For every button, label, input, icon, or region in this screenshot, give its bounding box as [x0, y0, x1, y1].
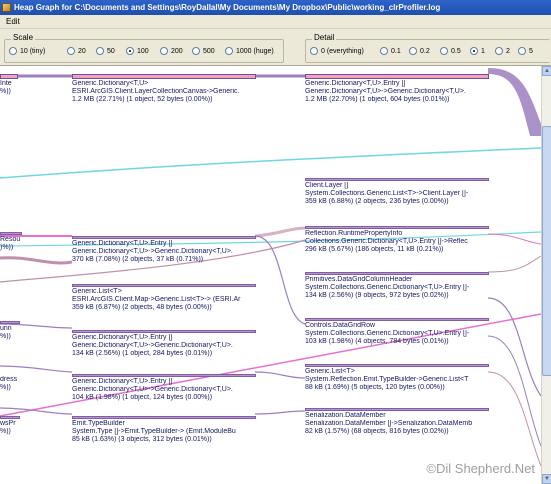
- node-bar: [305, 74, 489, 79]
- left-node[interactable]: Inte %)): [0, 74, 18, 96]
- flow-line-purple: [254, 410, 306, 415]
- node-bar: [0, 321, 20, 324]
- app-icon: [2, 3, 11, 12]
- radio-checked-icon[interactable]: [126, 47, 134, 55]
- watermark: ©Dil Shepherd.Net: [426, 461, 535, 476]
- vertical-scrollbar[interactable]: ▲ ▼: [541, 66, 551, 484]
- scale-option-500[interactable]: 500: [192, 47, 215, 55]
- node-bar: [305, 364, 489, 367]
- scale-group-label: Scale: [11, 33, 36, 42]
- node-bar: [305, 226, 489, 229]
- right-node[interactable]: Controls.DataGridRow System.Collections.…: [305, 318, 489, 346]
- flow-band-light: [254, 226, 306, 238]
- flow-line-purple: [254, 371, 306, 379]
- right-node[interactable]: Generic.Dictionary<T,U>.Entry [] Generic…: [305, 74, 489, 104]
- detail-option-1[interactable]: 1: [470, 47, 485, 55]
- radio-icon[interactable]: [9, 47, 17, 55]
- node-bar: [72, 74, 256, 79]
- middle-node[interactable]: Generic.Dictionary<T,U>.Entry [] Generic…: [72, 236, 256, 264]
- node-bar: [0, 232, 22, 235]
- scale-option-100[interactable]: 100: [126, 47, 149, 55]
- middle-node[interactable]: Generic.Dictionary<T,U> ESRI.ArcGIS.Clie…: [72, 74, 256, 104]
- detail-option-0[interactable]: 0 (everything): [310, 47, 364, 55]
- radio-icon[interactable]: [518, 47, 526, 55]
- scale-option-1000[interactable]: 1000 (huge): [225, 47, 274, 55]
- middle-node[interactable]: Generic.List<T> ESRI.ArcGIS.Client.Map->…: [72, 284, 256, 312]
- radio-icon[interactable]: [225, 47, 233, 55]
- radio-icon[interactable]: [67, 47, 75, 55]
- scale-option-50[interactable]: 50: [96, 47, 115, 55]
- right-node[interactable]: Generic.List<T> System.Reflection.Emit.T…: [305, 364, 489, 392]
- menu-edit[interactable]: Edit: [6, 17, 20, 26]
- scale-group: Scale 10 (tiny) 20 50 100 200 500 1000 (…: [4, 33, 284, 63]
- left-node[interactable]: wsPr %)): [0, 416, 20, 436]
- flow-line-purple: [254, 235, 306, 325]
- detail-option-0.2[interactable]: 0.2: [409, 47, 430, 55]
- flow-line-pink: [487, 233, 542, 245]
- scale-option-20[interactable]: 20: [67, 47, 86, 55]
- scale-option-10[interactable]: 10 (tiny): [9, 47, 45, 55]
- right-node[interactable]: Client.Layer [] System.Collections.Gener…: [305, 178, 489, 206]
- flow-band-mauve: [0, 256, 73, 265]
- radio-icon[interactable]: [192, 47, 200, 55]
- left-node[interactable]: dress %)): [0, 376, 20, 392]
- flow-line-purple: [487, 297, 542, 397]
- radio-icon[interactable]: [440, 47, 448, 55]
- radio-icon[interactable]: [409, 47, 417, 55]
- radio-icon[interactable]: [160, 47, 168, 55]
- node-bar: [72, 330, 256, 333]
- scroll-down-icon[interactable]: ▼: [542, 474, 551, 484]
- left-node[interactable]: Resou )%)): [0, 232, 22, 252]
- radio-icon[interactable]: [495, 47, 503, 55]
- right-node[interactable]: Primitives.DataGridColumnHeader System.C…: [305, 272, 489, 300]
- right-node[interactable]: Serialization.DataMember Serialization.D…: [305, 408, 489, 436]
- flow-line-purple: [0, 365, 73, 373]
- node-bar: [305, 318, 489, 321]
- flow-line-mauve: [487, 255, 542, 273]
- node-bar: [305, 178, 489, 181]
- node-bar: [0, 416, 20, 419]
- left-node[interactable]: unn %)): [0, 321, 20, 341]
- middle-node[interactable]: Emit.TypeBuilder System.Type []->Emit.Ty…: [72, 416, 256, 444]
- middle-node[interactable]: Generic.Dictionary<T,U>.Entry [] Generic…: [72, 330, 256, 358]
- middle-node[interactable]: Generic.Dictionary<T,U>.Entry [] Generic…: [72, 374, 256, 402]
- right-node[interactable]: Reflection.RuntimePropertyInfo Collectio…: [305, 226, 489, 254]
- radio-icon[interactable]: [310, 47, 318, 55]
- flow-line-mauve: [487, 371, 542, 467]
- node-bar: [305, 408, 489, 411]
- node-bar: [72, 374, 256, 377]
- node-bar: [72, 236, 256, 239]
- radio-checked-icon[interactable]: [470, 47, 478, 55]
- detail-group-label: Detail: [312, 33, 337, 42]
- radio-icon[interactable]: [96, 47, 104, 55]
- toolbar: Scale 10 (tiny) 20 50 100 200 500 1000 (…: [0, 29, 551, 66]
- heap-graph-canvas[interactable]: Inte %)) Resou )%)) unn %)) dress %)) ws…: [0, 66, 551, 484]
- flow-band-large: [488, 68, 541, 136]
- menu-bar: Edit: [0, 15, 551, 29]
- detail-option-0.1[interactable]: 0.1: [380, 47, 401, 55]
- window-titlebar[interactable]: Heap Graph for C:\Documents and Settings…: [0, 0, 551, 15]
- detail-option-0.5[interactable]: 0.5: [440, 47, 461, 55]
- scrollbar-thumb[interactable]: [542, 126, 551, 376]
- node-bar: [305, 272, 489, 275]
- scale-option-200[interactable]: 200: [160, 47, 183, 55]
- node-bar: [72, 416, 256, 419]
- detail-group: Detail 0 (everything) 0.1 0.2 0.5 1 2 5: [305, 33, 550, 63]
- detail-option-5[interactable]: 5: [518, 47, 533, 55]
- node-bar: [0, 74, 18, 79]
- flow-line-cyan: [0, 147, 542, 179]
- detail-option-2[interactable]: 2: [495, 47, 510, 55]
- window-title: Heap Graph for C:\Documents and Settings…: [14, 3, 441, 12]
- scroll-up-icon[interactable]: ▲: [542, 66, 551, 76]
- radio-icon[interactable]: [380, 47, 388, 55]
- node-bar: [72, 284, 256, 287]
